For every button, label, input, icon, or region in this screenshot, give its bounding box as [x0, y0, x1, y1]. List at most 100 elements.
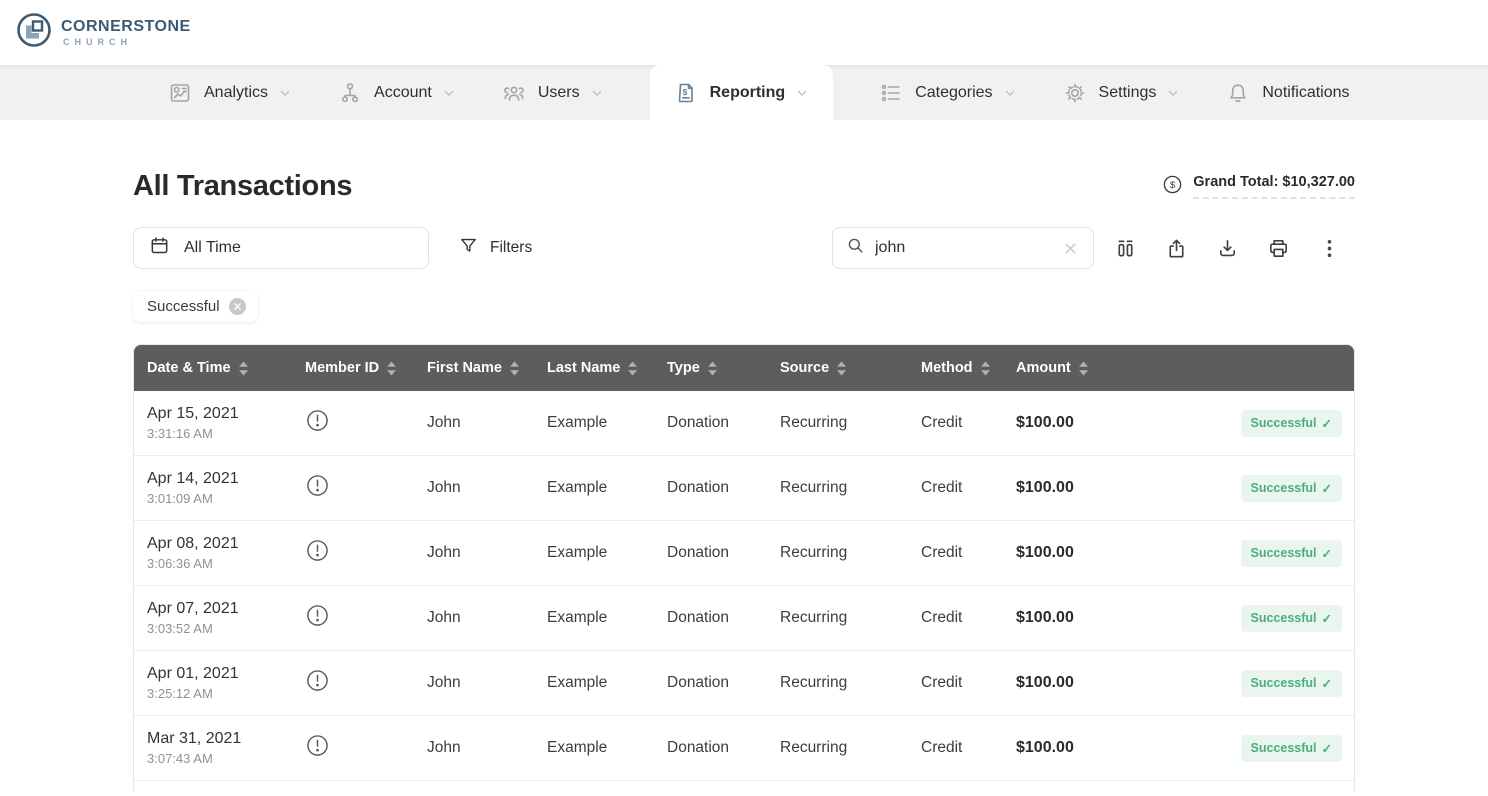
- cell-first-name: John: [427, 739, 547, 757]
- chevron-down-icon: [590, 86, 604, 100]
- cell-first-name: John: [427, 674, 547, 692]
- cell-source: Recurring: [780, 739, 921, 757]
- brand-subname: CHURCH: [63, 38, 191, 47]
- nav-item-account[interactable]: Account: [338, 65, 456, 120]
- category-list-icon: [879, 81, 903, 105]
- check-icon: ✓: [1322, 611, 1332, 626]
- check-icon: ✓: [1322, 546, 1332, 561]
- kebab-menu-icon[interactable]: [1304, 227, 1355, 269]
- table-header-row: Date & Time Member ID First Name Last Na…: [134, 345, 1354, 391]
- member-alert-icon[interactable]: [305, 538, 330, 568]
- cell-last-name: Example: [547, 739, 667, 757]
- member-alert-icon[interactable]: [305, 408, 330, 438]
- brand-logo[interactable]: CORNERSTONE CHURCH: [14, 10, 191, 55]
- member-alert-icon[interactable]: [305, 668, 330, 698]
- status-badge: Successful✓: [1241, 605, 1343, 632]
- nav-label: Categories: [915, 84, 992, 102]
- cell-amount: $100.00: [1016, 674, 1166, 692]
- nav-item-notifications[interactable]: Notifications: [1226, 65, 1349, 120]
- chevron-down-icon: [278, 86, 292, 100]
- col-header-last-name[interactable]: Last Name: [547, 360, 667, 376]
- table-row[interactable]: Apr 15, 2021 3:31:16 AM John Example Don…: [134, 391, 1354, 456]
- check-icon: ✓: [1322, 676, 1332, 691]
- table-row[interactable]: Apr 01, 2021 3:25:12 AM John Example Don…: [134, 651, 1354, 716]
- date-range-select[interactable]: All Time: [133, 227, 429, 269]
- table-row[interactable]: Mar 31, 2021 3:07:43 AM John Example Don…: [134, 716, 1354, 781]
- cell-first-name: John: [427, 544, 547, 562]
- col-header-method[interactable]: Method: [921, 360, 1016, 376]
- cell-amount: $100.00: [1016, 544, 1166, 562]
- col-header-first-name[interactable]: First Name: [427, 360, 547, 376]
- download-icon[interactable]: [1202, 227, 1253, 269]
- nav-label: Reporting: [710, 84, 786, 102]
- cell-type: Donation: [667, 414, 780, 432]
- member-alert-icon[interactable]: [305, 733, 330, 763]
- table-row-partial: [134, 781, 1354, 791]
- search-input[interactable]: [875, 239, 1050, 257]
- chip-remove-icon[interactable]: [229, 298, 246, 315]
- sort-icon: [1078, 361, 1089, 376]
- cell-type: Donation: [667, 544, 780, 562]
- sort-icon: [238, 361, 249, 376]
- table-row[interactable]: Apr 08, 2021 3:06:36 AM John Example Don…: [134, 521, 1354, 586]
- search-box: [832, 227, 1094, 269]
- col-header-date[interactable]: Date & Time: [147, 360, 305, 376]
- print-icon[interactable]: [1253, 227, 1304, 269]
- share-icon[interactable]: [1151, 227, 1202, 269]
- date-range-value: All Time: [184, 239, 241, 257]
- columns-icon[interactable]: [1100, 227, 1151, 269]
- cell-method: Credit: [921, 739, 1016, 757]
- search-clear-icon[interactable]: [1060, 238, 1080, 258]
- funnel-icon: [459, 236, 478, 260]
- table-row[interactable]: Apr 07, 2021 3:03:52 AM John Example Don…: [134, 586, 1354, 651]
- brand-name: CORNERSTONE: [61, 19, 191, 35]
- col-header-member-id[interactable]: Member ID: [305, 360, 427, 376]
- table-row[interactable]: Apr 14, 2021 3:01:09 AM John Example Don…: [134, 456, 1354, 521]
- report-dollar-icon: $: [674, 81, 698, 105]
- member-alert-icon[interactable]: [305, 603, 330, 633]
- cell-amount: $100.00: [1016, 609, 1166, 627]
- nav-item-reporting[interactable]: $ Reporting: [650, 65, 834, 120]
- chevron-down-icon: [1166, 86, 1180, 100]
- chevron-down-icon: [1003, 86, 1017, 100]
- sort-icon: [386, 361, 397, 376]
- nav-item-analytics[interactable]: Analytics: [168, 65, 292, 120]
- cell-method: Credit: [921, 544, 1016, 562]
- member-alert-icon[interactable]: [305, 473, 330, 503]
- status-badge: Successful✓: [1241, 410, 1343, 437]
- users-group-icon: [502, 81, 526, 105]
- nav-item-settings[interactable]: Settings: [1063, 65, 1181, 120]
- transactions-table: Date & Time Member ID First Name Last Na…: [133, 344, 1355, 791]
- org-chart-icon: [338, 81, 362, 105]
- cell-last-name: Example: [547, 544, 667, 562]
- top-header: CORNERSTONE CHURCH: [0, 0, 1488, 65]
- cell-first-name: John: [427, 479, 547, 497]
- cell-method: Credit: [921, 479, 1016, 497]
- svg-text:$: $: [682, 86, 687, 96]
- sort-icon: [627, 361, 638, 376]
- nav-item-categories[interactable]: Categories: [879, 65, 1016, 120]
- filter-chip-successful[interactable]: Successful: [133, 291, 258, 322]
- cell-last-name: Example: [547, 609, 667, 627]
- nav-label: Notifications: [1262, 84, 1349, 102]
- cell-type: Donation: [667, 674, 780, 692]
- cell-amount: $100.00: [1016, 414, 1166, 432]
- cell-method: Credit: [921, 414, 1016, 432]
- col-header-type[interactable]: Type: [667, 360, 780, 376]
- nav-label: Users: [538, 84, 580, 102]
- cell-date: Apr 08, 2021 3:06:36 AM: [147, 535, 305, 571]
- col-header-amount[interactable]: Amount: [1016, 360, 1166, 376]
- cell-date: Apr 15, 2021 3:31:16 AM: [147, 405, 305, 441]
- cell-method: Credit: [921, 674, 1016, 692]
- col-header-source[interactable]: Source: [780, 360, 921, 376]
- cell-date: Apr 01, 2021 3:25:12 AM: [147, 665, 305, 701]
- chevron-down-icon: [442, 86, 456, 100]
- check-icon: ✓: [1322, 481, 1332, 496]
- filters-button[interactable]: Filters: [459, 236, 532, 260]
- cell-last-name: Example: [547, 674, 667, 692]
- cell-method: Credit: [921, 609, 1016, 627]
- svg-text:$: $: [1170, 180, 1176, 191]
- bell-icon: [1226, 81, 1250, 105]
- nav-item-users[interactable]: Users: [502, 65, 604, 120]
- check-icon: ✓: [1322, 416, 1332, 431]
